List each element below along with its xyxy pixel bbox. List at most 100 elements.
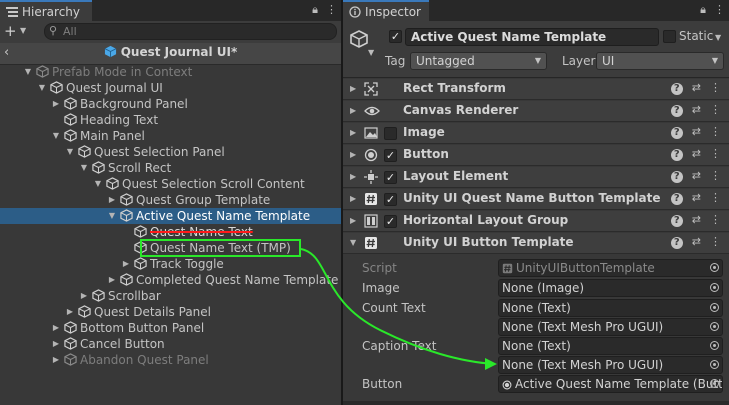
object-picker-icon[interactable] [710,379,719,388]
collapse-arrow-icon[interactable]: ▶ [350,106,356,115]
lock-icon[interactable]: 🔒︎ [312,3,318,17]
object-field[interactable]: None (Text Mesh Pro UGUI) [498,356,723,374]
collapse-arrow-icon[interactable]: ▶ [107,272,117,288]
help-icon[interactable]: ? [670,193,683,205]
tree-row[interactable]: ▼ Quest Journal UI [0,80,341,96]
collapse-arrow-icon[interactable]: ▶ [350,216,356,225]
component-header[interactable]: ▶ ✓ Button? ⇄ ⋮ [343,145,729,166]
tree-row[interactable]: ▶ Scrollbar [0,288,341,304]
gameobject-cube-icon[interactable] [349,29,369,49]
collapse-arrow-icon[interactable]: ▶ [51,96,61,112]
tree-row[interactable]: ▶ Cancel Button [0,336,341,352]
tree-row[interactable]: ▼ Scroll Rect [0,160,341,176]
presets-icon[interactable]: ⇄ [692,81,701,95]
more-options-icon[interactable]: ⋮ [710,213,721,227]
component-enabled-checkbox[interactable]: ✓ [384,171,397,184]
object-picker-icon[interactable] [710,303,719,312]
component-enabled-checkbox[interactable]: ✓ [384,193,397,206]
collapse-arrow-icon[interactable]: ▶ [350,150,356,159]
tree-row[interactable]: ▶ Track Toggle [0,256,341,272]
component-enabled-checkbox[interactable]: ✓ [384,215,397,228]
more-options-icon[interactable]: ⋮ [710,81,721,95]
help-icon[interactable]: ? [670,127,683,139]
tree-row[interactable]: ▼ Prefab Mode in Context [0,64,341,80]
collapse-arrow-icon[interactable]: ▶ [350,128,356,137]
tree-row[interactable]: ▼ Quest Selection Panel [0,144,341,160]
collapse-arrow-icon[interactable]: ▶ [350,172,356,181]
horizontal-scrollbar[interactable] [343,401,729,405]
help-icon[interactable]: ? [670,215,683,227]
expand-arrow-icon[interactable]: ▼ [37,80,47,96]
tab-inspector[interactable]: Inspector [343,0,429,21]
chevron-down-icon[interactable]: ▼ [368,48,374,57]
presets-icon[interactable]: ⇄ [692,103,701,117]
component-header[interactable]: ▶ ✓ Horizontal Layout Group? ⇄ ⋮ [343,211,729,232]
tree-row[interactable]: ▼ Quest Selection Scroll Content [0,176,341,192]
help-icon[interactable]: ? [670,105,683,117]
presets-icon[interactable]: ⇄ [692,169,701,183]
component-enabled-checkbox[interactable] [384,127,397,140]
component-header[interactable]: ▶ ✓ Layout Element? ⇄ ⋮ [343,167,729,188]
more-options-icon[interactable]: ⋮ [710,169,721,183]
tree-row[interactable]: Heading Text [0,112,341,128]
help-icon[interactable]: ? [670,171,683,183]
object-field[interactable]: None (Text) [498,337,723,355]
more-options-icon[interactable]: ⋮ [710,147,721,161]
expand-arrow-icon[interactable]: ▼ [79,160,89,176]
lock-icon[interactable]: 🔒︎ [700,3,706,17]
object-picker-icon[interactable] [710,283,719,292]
presets-icon[interactable]: ⇄ [692,235,701,249]
presets-icon[interactable]: ⇄ [692,191,701,205]
presets-icon[interactable]: ⇄ [692,125,701,139]
more-options-icon[interactable]: ⋮ [710,125,721,139]
tree-row[interactable]: ▶ Quest Group Template [0,192,341,208]
object-picker-icon[interactable] [710,322,719,331]
more-options-icon[interactable]: ⋮ [714,3,725,17]
component-header[interactable]: ▶ ✓ Unity UI Quest Name Button Template? ⇄ ⋮ [343,189,729,210]
collapse-arrow-icon[interactable]: ▶ [79,288,89,304]
active-checkbox[interactable]: ✓ [389,30,402,43]
static-checkbox[interactable] [663,30,676,43]
object-field[interactable]: None (Image) [498,279,723,297]
add-object-button[interactable]: + [4,22,17,40]
object-field[interactable]: Active Quest Name Template (Butt [498,375,723,393]
object-field[interactable]: None (Text) [498,299,723,317]
tag-dropdown[interactable]: Untagged ▼ [410,52,547,70]
expand-arrow-icon[interactable]: ▼ [350,238,356,247]
tree-row[interactable]: ▶ Abandon Quest Panel [0,352,341,368]
tree-row[interactable]: ▶ Quest Details Panel [0,304,341,320]
help-icon[interactable]: ? [670,83,683,95]
component-header[interactable]: ▶ Canvas Renderer? ⇄ ⋮ [343,101,729,122]
expand-arrow-icon[interactable]: ▼ [93,176,103,192]
hierarchy-search-input[interactable] [63,24,313,39]
more-options-icon[interactable]: ⋮ [710,103,721,117]
object-field[interactable]: UnityUIButtonTemplate [498,259,723,277]
collapse-arrow-icon[interactable]: ▶ [51,352,61,368]
help-icon[interactable]: ? [670,237,683,249]
expand-arrow-icon[interactable]: ▼ [65,144,75,160]
more-options-icon[interactable]: ⋮ [326,3,337,17]
chevron-down-icon[interactable]: ▼ [715,33,721,42]
collapse-arrow-icon[interactable]: ▶ [51,336,61,352]
component-enabled-checkbox[interactable]: ✓ [384,149,397,162]
collapse-arrow-icon[interactable]: ▶ [51,320,61,336]
object-field[interactable]: None (Text Mesh Pro UGUI) [498,318,723,336]
more-options-icon[interactable]: ⋮ [710,191,721,205]
component-header[interactable]: ▶ Rect Transform? ⇄ ⋮ [343,79,729,100]
presets-icon[interactable]: ⇄ [692,147,701,161]
tab-hierarchy[interactable]: Hierarchy [0,0,92,21]
collapse-arrow-icon[interactable]: ▶ [350,84,356,93]
component-header[interactable]: ▶ Image? ⇄ ⋮ [343,123,729,144]
expand-arrow-icon[interactable]: ▼ [51,128,61,144]
collapse-arrow-icon[interactable]: ▶ [65,304,75,320]
tree-row[interactable]: Quest Name Text (TMP) [0,240,341,256]
presets-icon[interactable]: ⇄ [692,213,701,227]
object-picker-icon[interactable] [710,341,719,350]
chevron-down-icon[interactable]: ▼ [20,26,26,35]
object-picker-icon[interactable] [710,263,719,272]
tree-row[interactable]: ▼ Active Quest Name Template [0,208,341,224]
more-options-icon[interactable]: ⋮ [710,235,721,249]
collapse-arrow-icon[interactable]: ▶ [350,194,356,203]
layer-dropdown[interactable]: UI ▼ [596,52,724,70]
expand-arrow-icon[interactable]: ▼ [107,208,117,224]
